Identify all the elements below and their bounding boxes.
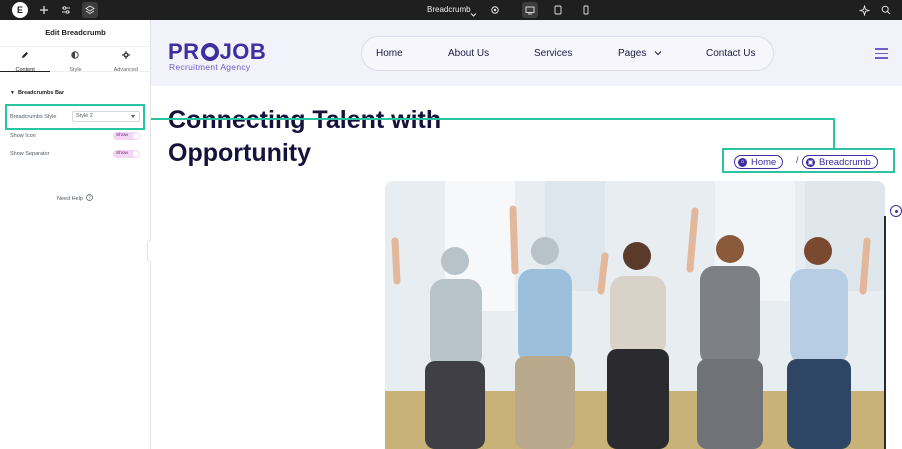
tab-content[interactable]: Content bbox=[0, 46, 51, 73]
page-icon: ▣ bbox=[806, 157, 815, 167]
show-separator-toggle[interactable]: Show bbox=[113, 150, 140, 158]
device-switcher bbox=[516, 0, 606, 20]
highlight-connector-line bbox=[833, 118, 835, 148]
elementor-logo[interactable]: E bbox=[12, 2, 28, 18]
toggle-knob bbox=[133, 151, 139, 157]
site-settings-icon[interactable] bbox=[59, 3, 73, 17]
breadcrumb-home-label: Home bbox=[751, 156, 777, 168]
breadcrumb-current-label: Breadcrumb bbox=[819, 156, 871, 168]
document-name[interactable]: Breadcrumb bbox=[427, 5, 471, 14]
site-preview: PR JOB Recruitment Agency Home About Us S… bbox=[151, 20, 902, 449]
breadcrumb-separator: / bbox=[796, 155, 799, 165]
chevron-down-icon[interactable] bbox=[654, 49, 662, 60]
breadcrumb-current: ▣ Breadcrumb bbox=[802, 155, 878, 169]
nav-home[interactable]: Home bbox=[376, 48, 403, 59]
structure-layers-icon[interactable] bbox=[82, 2, 98, 18]
panel-title: Edit Breadcrumb bbox=[45, 28, 106, 37]
section-title: Breadcrumbs Bar bbox=[17, 90, 65, 96]
show-separator-label: Show Separator bbox=[10, 151, 50, 157]
site-header: PR JOB Recruitment Agency Home About Us S… bbox=[151, 20, 902, 86]
column-edge-line bbox=[884, 216, 886, 449]
nav-pages[interactable]: Pages bbox=[618, 48, 646, 59]
editor-panel: Edit Breadcrumb Content Style Advanced ▼… bbox=[0, 20, 151, 449]
desktop-icon[interactable] bbox=[522, 2, 538, 18]
nav-services[interactable]: Services bbox=[534, 48, 572, 59]
caret-down-icon: ▼ bbox=[10, 90, 15, 96]
need-help-text: Need Help bbox=[57, 195, 83, 202]
logo-tagline: Recruitment Agency bbox=[169, 62, 251, 72]
hero-title-line-1: Connecting Talent with bbox=[168, 106, 442, 134]
panel-tabs: Content Style Advanced bbox=[0, 46, 151, 73]
logo-o-mark bbox=[200, 43, 219, 61]
tab-style[interactable]: Style bbox=[50, 46, 100, 73]
show-icon-toggle[interactable]: Show bbox=[113, 132, 140, 140]
highlight-frame bbox=[5, 104, 145, 130]
section-breadcrumbs-bar[interactable]: ▼ Breadcrumbs Bar bbox=[10, 90, 64, 96]
tab-advanced[interactable]: Advanced bbox=[101, 46, 151, 73]
search-icon[interactable] bbox=[879, 3, 893, 17]
breadcrumb-home[interactable]: ⌂ Home bbox=[734, 155, 784, 169]
svg-text:?: ? bbox=[88, 195, 91, 201]
hero-title: Connecting Talent with Opportunity bbox=[168, 104, 508, 170]
half-circle-icon bbox=[71, 46, 80, 64]
tab-content-label: Content bbox=[15, 66, 35, 73]
show-icon-label: Show Icon bbox=[10, 133, 36, 139]
need-help-link[interactable]: Need Help ? bbox=[57, 194, 93, 203]
tablet-icon[interactable] bbox=[551, 3, 565, 17]
toggle-knob bbox=[133, 133, 139, 139]
highlight-connector-line bbox=[151, 118, 834, 120]
pencil-icon bbox=[21, 46, 29, 64]
logo-text-after: JOB bbox=[219, 39, 267, 64]
editor-topbar: E Breadcrumb bbox=[0, 0, 902, 20]
show-icon-toggle-text: Show bbox=[116, 133, 128, 138]
add-element-icon[interactable] bbox=[37, 3, 51, 17]
breadcrumb-highlight-frame: ⌂ Home / ▣ Breadcrumb bbox=[722, 148, 895, 173]
gear-icon bbox=[121, 46, 130, 64]
nav-contact-us[interactable]: Contact Us bbox=[706, 48, 755, 59]
resize-handle[interactable] bbox=[890, 205, 902, 217]
ai-sparkle-icon[interactable] bbox=[857, 3, 871, 17]
hamburger-menu-icon[interactable] bbox=[875, 48, 888, 62]
nav-about-us[interactable]: About Us bbox=[448, 48, 489, 59]
home-icon: ⌂ bbox=[738, 157, 747, 167]
mobile-icon[interactable] bbox=[579, 3, 593, 17]
hero-title-line-2: Opportunity bbox=[168, 139, 312, 167]
tab-advanced-label: Advanced bbox=[113, 66, 139, 73]
main-nav: Home About Us Services Pages Contact Us bbox=[361, 36, 774, 71]
page-settings-gear-icon[interactable] bbox=[488, 3, 502, 17]
help-circle-icon: ? bbox=[86, 194, 93, 203]
tab-style-label: Style bbox=[69, 66, 82, 73]
show-separator-toggle-text: Show bbox=[116, 151, 128, 156]
logo-text-before: PR bbox=[168, 39, 200, 64]
hero-image bbox=[385, 181, 885, 449]
